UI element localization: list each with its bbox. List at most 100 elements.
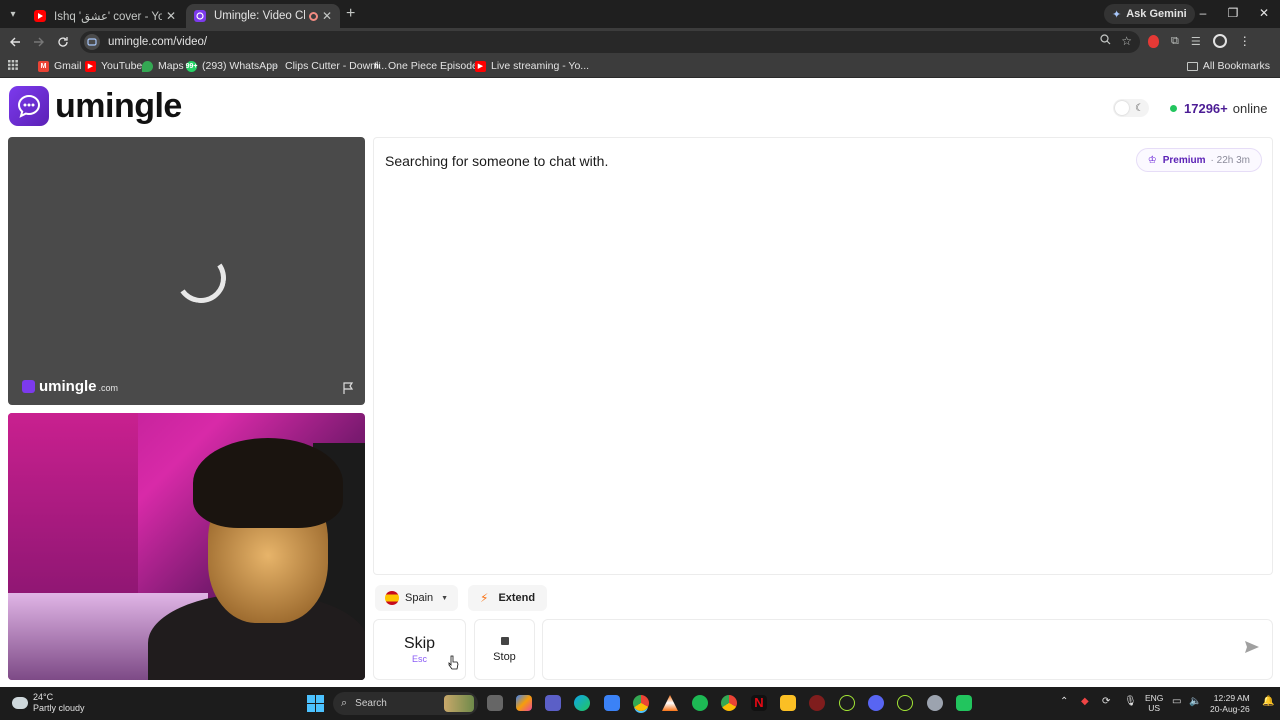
language-indicator[interactable]: ENG US	[1145, 693, 1163, 713]
crown-icon: ♔	[1147, 154, 1157, 166]
discord-icon[interactable]	[868, 695, 884, 711]
youtube-icon: ▶	[85, 60, 96, 72]
spotify-icon[interactable]	[692, 695, 708, 711]
reload-button[interactable]	[54, 33, 72, 51]
volume-icon[interactable]: 🔈	[1189, 696, 1201, 707]
extension-red-icon[interactable]	[1148, 34, 1159, 48]
watermark-suffix: .com	[98, 383, 119, 393]
window-close-button[interactable]: ✕	[1255, 6, 1273, 20]
address-bar[interactable]: umingle.com/video/ ☆	[80, 31, 1140, 53]
edge-icon[interactable]	[574, 695, 590, 711]
minimize-button[interactable]: –	[1194, 6, 1212, 20]
bookmark-whatsapp[interactable]: 99+ (293) WhatsApp	[186, 60, 278, 72]
bookmark-maps[interactable]: Maps	[142, 60, 184, 72]
report-flag-icon[interactable]	[342, 382, 355, 398]
sync-icon[interactable]: ⟳	[1102, 696, 1110, 707]
skip-button[interactable]: Skip Esc	[373, 619, 466, 680]
background-cabinet	[8, 413, 138, 603]
weather-condition: Partly cloudy	[33, 703, 85, 713]
temperature: 24°C	[33, 692, 54, 702]
profile-avatar-icon[interactable]	[1212, 34, 1227, 48]
browser-toolbar: umingle.com/video/ ☆ ⧉ ☰ ⋮	[0, 28, 1280, 56]
close-icon[interactable]: ✕	[322, 9, 332, 23]
bookmark-star-icon[interactable]: ☆	[1121, 34, 1132, 48]
logo-wordmark: umingle	[55, 86, 182, 125]
file-explorer-icon[interactable]	[780, 695, 796, 711]
extend-button[interactable]: ⚡ Extend	[468, 585, 548, 611]
taskbar-search[interactable]: ⌕ Search	[333, 692, 478, 715]
close-icon[interactable]: ✕	[166, 9, 176, 23]
system-clock[interactable]: 12:29 AM 20-Aug-26	[1210, 693, 1250, 715]
skip-shortcut-hint: Esc	[411, 654, 427, 664]
folder-icon	[1186, 61, 1198, 71]
video-watermark: umingle .com	[22, 378, 118, 395]
country-label: Spain	[405, 592, 434, 604]
bookmark-clips-cutter[interactable]: ∞ Clips Cutter - Downl...	[269, 60, 387, 72]
search-icon: ⌕	[341, 697, 348, 709]
tab-search-button[interactable]: ▾	[4, 5, 22, 23]
zoom-icon[interactable]	[1100, 34, 1111, 48]
search-label: Search	[355, 698, 387, 709]
dark-mode-toggle[interactable]: ☾	[1113, 99, 1149, 117]
back-button[interactable]	[6, 33, 24, 51]
premium-button[interactable]: ♔ Premium · 22h 3m	[1135, 148, 1262, 172]
weather-widget[interactable]: 24°C Partly cloudy	[12, 692, 85, 714]
app-green-square-icon[interactable]	[956, 695, 972, 711]
chrome-icon[interactable]	[633, 695, 649, 711]
site-logo[interactable]: umingle	[9, 86, 182, 126]
hianime-icon: hi	[374, 62, 381, 70]
menu-kebab-icon[interactable]: ⋮	[1239, 34, 1251, 48]
partly-cloudy-icon	[12, 697, 28, 709]
spain-flag-icon	[385, 591, 399, 605]
country-selector[interactable]: Spain ▼	[375, 585, 459, 611]
send-icon[interactable]	[1244, 640, 1260, 658]
all-bookmarks-button[interactable]: All Bookmarks	[1186, 60, 1270, 72]
bookmark-live-streaming[interactable]: ▶ Live streaming - Yo...	[475, 60, 589, 72]
bookmark-one-piece[interactable]: hi One Piece Episode...	[372, 60, 486, 72]
windows-taskbar: 24°C Partly cloudy ⌕ Search N ⌃ ◆ ⟳ 🎙 EN…	[0, 687, 1280, 720]
message-input[interactable]	[553, 638, 1223, 662]
keyboard-layout: US	[1148, 703, 1161, 713]
recorder-icon[interactable]	[809, 695, 825, 711]
premium-label: Premium	[1162, 154, 1206, 166]
ask-gemini-button[interactable]: ✦ Ask Gemini	[1104, 4, 1195, 24]
premium-timer-value: 22h 3m	[1216, 154, 1250, 166]
teams-icon[interactable]	[545, 695, 561, 711]
stop-button[interactable]: Stop	[474, 619, 535, 680]
app-blue-icon[interactable]	[604, 695, 620, 711]
restore-button[interactable]: ❐	[1224, 6, 1242, 20]
forward-button[interactable]	[30, 33, 48, 51]
media-control-icon[interactable]: ☰	[1191, 35, 1201, 48]
netflix-icon[interactable]: N	[751, 695, 767, 711]
tray-app-icon[interactable]: ◆	[1081, 696, 1089, 707]
app-gray-icon[interactable]	[927, 695, 943, 711]
tab-umingle[interactable]: Umingle: Video Chat with St ✕	[186, 4, 340, 28]
chrome-profile-icon[interactable]	[721, 695, 737, 711]
youtube-icon: ▶	[475, 60, 486, 72]
task-view-icon[interactable]	[487, 695, 503, 711]
bookmark-youtube[interactable]: ▶ YouTube	[85, 60, 142, 72]
windows-start-icon[interactable]	[307, 695, 324, 712]
extensions-puzzle-icon[interactable]: ⧉	[1171, 35, 1179, 48]
notification-bell-icon[interactable]: 🔔	[1262, 696, 1274, 707]
apps-grid-icon[interactable]	[8, 60, 18, 70]
bookmark-gmail[interactable]: M Gmail	[38, 60, 81, 72]
search-highlight-image	[444, 695, 474, 712]
language-code: ENG	[1145, 693, 1164, 703]
tab-youtube[interactable]: Ishq 'عشق' cover - YouTube ✕	[26, 4, 184, 28]
vlc-icon[interactable]	[662, 695, 678, 711]
ask-gemini-label: Ask Gemini	[1126, 8, 1187, 20]
microphone-icon[interactable]: 🎙	[1124, 696, 1137, 707]
new-tab-button[interactable]: +	[346, 5, 355, 23]
copilot-icon[interactable]	[516, 695, 532, 711]
chevron-up-icon[interactable]: ⌃	[1060, 696, 1068, 707]
app-green-ring-icon[interactable]	[839, 695, 855, 711]
chat-status-text: Searching for someone to chat with.	[385, 153, 609, 169]
site-info-icon[interactable]	[84, 34, 100, 50]
network-icon[interactable]: ▭	[1172, 696, 1181, 707]
recording-icon	[308, 11, 318, 21]
url-text: umingle.com/video/	[108, 36, 208, 48]
youtube-icon	[34, 10, 46, 22]
clock-date: 20-Aug-26	[1210, 704, 1250, 714]
app-green-ring-2-icon[interactable]	[897, 695, 913, 711]
